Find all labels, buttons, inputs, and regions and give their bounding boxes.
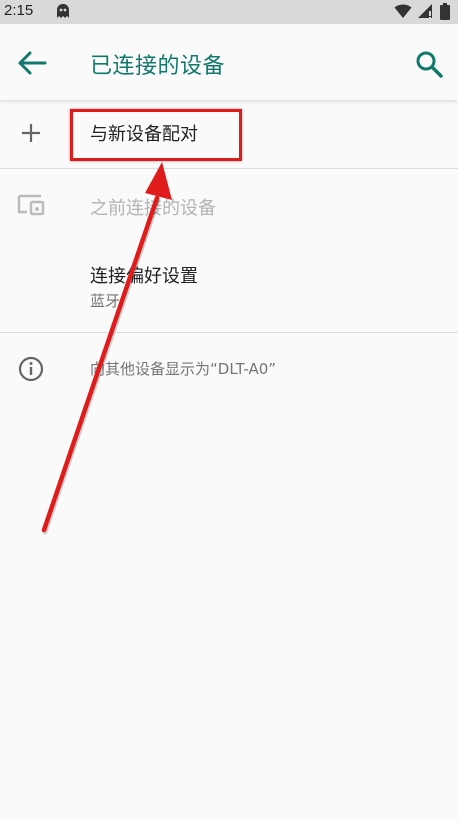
battery-icon (440, 3, 450, 20)
arrow-left-icon[interactable] (16, 50, 48, 76)
connection-preferences-label: 连接偏好设置 (90, 266, 198, 287)
visibility-info-row: 向其他设备显示为“DLT-A0” (0, 340, 458, 400)
status-bar: 2:15 (0, 0, 458, 24)
previous-devices-label: 之前连接的设备 (90, 198, 216, 219)
connection-preferences-summary: 蓝牙 (90, 292, 121, 310)
plus-icon (22, 124, 40, 142)
previous-devices-item[interactable]: 之前连接的设备 (0, 170, 458, 238)
devices-icon (17, 194, 45, 216)
signal-icon (418, 4, 432, 18)
divider (0, 168, 458, 169)
search-icon[interactable] (414, 49, 444, 79)
pair-new-device-label: 与新设备配对 (90, 124, 198, 145)
info-icon (18, 356, 44, 382)
connection-preferences-item[interactable]: 连接偏好设置 蓝牙 (0, 250, 458, 326)
status-time: 2:15 (4, 2, 34, 19)
pair-new-device-item[interactable]: 与新设备配对 (0, 100, 458, 168)
ghost-icon (57, 4, 69, 18)
wifi-icon (394, 4, 412, 18)
visibility-info-text: 向其他设备显示为“DLT-A0” (90, 360, 277, 378)
app-toolbar: 已连接的设备 (0, 24, 458, 100)
page-title: 已连接的设备 (90, 54, 226, 79)
divider (0, 332, 458, 333)
